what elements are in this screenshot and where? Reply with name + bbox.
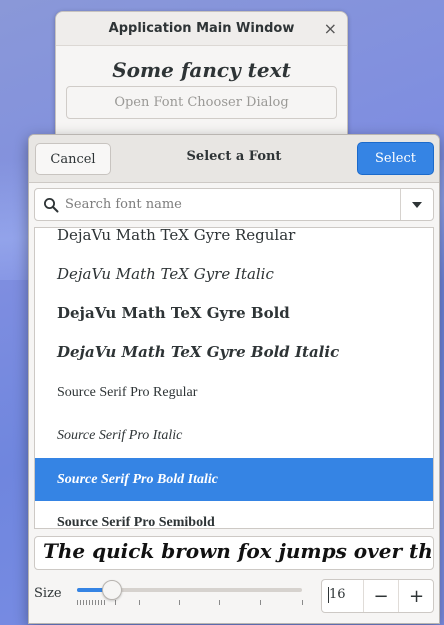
font-list-item[interactable]: DejaVu Math TeX Gyre Bold Italic bbox=[35, 330, 433, 373]
size-value-input[interactable]: 16 bbox=[329, 587, 346, 602]
slider-tick bbox=[92, 600, 93, 605]
dialog-header: Cancel Select a Font Select bbox=[29, 135, 439, 183]
size-spinbutton: 16 − + bbox=[321, 579, 434, 613]
slider-handle[interactable] bbox=[102, 580, 122, 600]
slider-tick bbox=[104, 600, 105, 605]
slider-tick bbox=[77, 600, 78, 605]
font-chooser-dialog: Cancel Select a Font Select DejaVu Math … bbox=[28, 134, 440, 624]
search-icon bbox=[44, 198, 59, 213]
minus-icon: − bbox=[373, 585, 389, 607]
search-box bbox=[34, 188, 434, 221]
slider-tick bbox=[101, 600, 102, 605]
font-list-item-selected[interactable]: Source Serif Pro Bold Italic bbox=[35, 458, 433, 501]
close-icon[interactable]: × bbox=[324, 19, 337, 38]
search-input[interactable] bbox=[65, 189, 395, 220]
plus-icon: + bbox=[408, 585, 425, 607]
slider-tick bbox=[302, 600, 303, 605]
size-slider[interactable] bbox=[77, 578, 307, 608]
slider-tick bbox=[139, 600, 140, 605]
slider-tick bbox=[86, 600, 87, 605]
main-window-titlebar: Application Main Window × bbox=[56, 12, 347, 46]
slider-tick bbox=[179, 600, 180, 605]
filter-dropdown-button[interactable] bbox=[401, 189, 433, 220]
increase-size-button[interactable]: + bbox=[398, 580, 434, 612]
slider-tick bbox=[80, 600, 81, 605]
main-window-title: Application Main Window bbox=[108, 21, 295, 36]
preview-text: The quick brown fox jumps over the laz bbox=[43, 539, 433, 563]
open-font-chooser-button[interactable]: Open Font Chooser Dialog bbox=[66, 86, 337, 119]
font-list[interactable]: DejaVu Math TeX Gyre Regular DejaVu Math… bbox=[34, 227, 434, 529]
font-list-item[interactable]: DejaVu Math TeX Gyre Bold bbox=[35, 291, 433, 334]
slider-tick bbox=[115, 600, 116, 605]
slider-tick bbox=[98, 600, 99, 605]
font-list-item[interactable]: Source Serif Pro Semibold bbox=[35, 501, 433, 529]
size-label: Size bbox=[34, 586, 62, 601]
slider-tick bbox=[260, 600, 261, 605]
decrease-size-button[interactable]: − bbox=[363, 580, 398, 612]
select-button[interactable]: Select bbox=[357, 142, 434, 175]
main-window: Application Main Window × Some fancy tex… bbox=[55, 11, 348, 135]
slider-tick bbox=[219, 600, 220, 605]
preview-entry[interactable]: The quick brown fox jumps over the laz bbox=[34, 536, 434, 570]
sample-text: Some fancy text bbox=[112, 58, 291, 82]
font-list-item[interactable]: Source Serif Pro Italic bbox=[35, 414, 433, 457]
font-list-item[interactable]: Source Serif Pro Regular bbox=[35, 371, 433, 414]
slider-tick bbox=[89, 600, 90, 605]
font-list-item[interactable]: DejaVu Math TeX Gyre Italic bbox=[35, 252, 433, 295]
slider-tick bbox=[83, 600, 84, 605]
chevron-down-icon bbox=[412, 201, 422, 208]
slider-tick bbox=[95, 600, 96, 605]
